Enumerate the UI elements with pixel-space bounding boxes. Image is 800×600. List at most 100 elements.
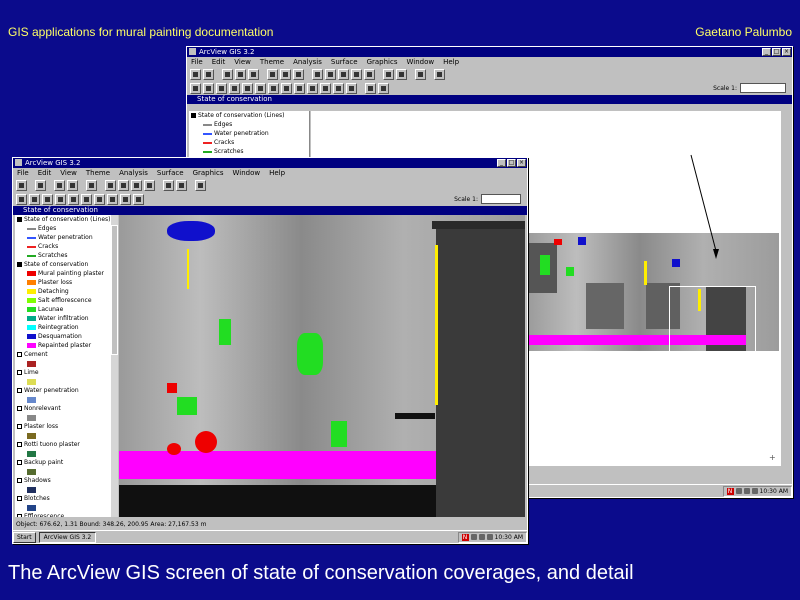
window-titlebar[interactable]: ArcView GIS 3.2 _ □ ×: [187, 47, 792, 57]
theme-checkbox[interactable]: [17, 460, 22, 465]
toc-theme[interactable]: State of conservation (Lines): [189, 111, 309, 120]
view-titlebar[interactable]: State of conservation: [13, 206, 527, 215]
toc-theme[interactable]: Water penetration: [15, 386, 111, 404]
menu-analysis[interactable]: Analysis: [293, 57, 322, 67]
vertex-edit-tool[interactable]: [42, 193, 53, 205]
menu-theme[interactable]: Theme: [86, 168, 110, 178]
measure-tool[interactable]: [281, 82, 292, 94]
menu-window[interactable]: Window: [233, 168, 261, 178]
select-features-tool[interactable]: [163, 179, 174, 191]
menu-view[interactable]: View: [234, 57, 251, 67]
general-snap-tool[interactable]: [378, 82, 389, 94]
text-tool[interactable]: [333, 82, 344, 94]
toc-theme[interactable]: Backup paint: [15, 458, 111, 476]
pan-tool[interactable]: [94, 193, 105, 205]
menu-file[interactable]: File: [17, 168, 29, 178]
theme-checkbox[interactable]: [191, 113, 196, 118]
theme-checkbox[interactable]: [17, 496, 22, 501]
toc-theme[interactable]: State of conservation: [15, 260, 111, 269]
view-titlebar[interactable]: State of conservation: [187, 95, 792, 104]
hotlink-tool[interactable]: [294, 82, 305, 94]
zoom-active-tool[interactable]: [325, 68, 336, 80]
toc-theme[interactable]: Plaster loss: [15, 422, 111, 440]
close-button[interactable]: ×: [517, 159, 526, 167]
label-tool[interactable]: [320, 82, 331, 94]
identify-tool[interactable]: [190, 82, 201, 94]
menu-file[interactable]: File: [191, 57, 203, 67]
open-table-tool[interactable]: [248, 68, 259, 80]
toc-scrollbar[interactable]: [111, 215, 118, 517]
save-project-tool[interactable]: [16, 179, 27, 191]
add-theme-tool[interactable]: [203, 68, 214, 80]
select-tool[interactable]: [229, 82, 240, 94]
menu-surface[interactable]: Surface: [331, 57, 358, 67]
theme-properties-tool[interactable]: [222, 68, 233, 80]
close-button[interactable]: ×: [782, 48, 791, 56]
zoom-in-tool[interactable]: [351, 68, 362, 80]
start-button[interactable]: Start: [13, 531, 36, 543]
snap-tool[interactable]: [365, 82, 376, 94]
window-titlebar[interactable]: ArcView GIS 3.2 _ □ ×: [13, 158, 527, 168]
zoom-in-map-tool[interactable]: [68, 193, 79, 205]
mural-detail-map[interactable]: [119, 215, 525, 517]
menu-surface[interactable]: Surface: [157, 168, 184, 178]
scroll-thumb[interactable]: [111, 225, 118, 355]
taskbar-item-arcview[interactable]: ArcView GIS 3.2: [38, 531, 97, 543]
print-tool[interactable]: [415, 68, 426, 80]
theme-checkbox[interactable]: [17, 424, 22, 429]
theme-checkbox[interactable]: [17, 388, 22, 393]
identify-tool[interactable]: [16, 193, 27, 205]
maximize-button[interactable]: □: [507, 159, 516, 167]
table-of-contents[interactable]: State of conservation (Lines) Edges Wate…: [15, 215, 112, 517]
theme-checkbox[interactable]: [17, 370, 22, 375]
zoom-selected-tool[interactable]: [338, 68, 349, 80]
scale-input[interactable]: [481, 194, 521, 204]
theme-checkbox[interactable]: [17, 514, 22, 517]
resize-grip[interactable]: +: [769, 454, 777, 462]
locate-tool[interactable]: [280, 68, 291, 80]
minimize-button[interactable]: _: [762, 48, 771, 56]
toc-theme[interactable]: Efflorescence: [15, 512, 111, 517]
menu-help[interactable]: Help: [443, 57, 459, 67]
select-features-tool[interactable]: [383, 68, 394, 80]
scale-input[interactable]: [740, 83, 786, 93]
menu-view[interactable]: View: [60, 168, 77, 178]
theme-checkbox[interactable]: [17, 442, 22, 447]
minimize-button[interactable]: _: [497, 159, 506, 167]
zoom-in-tool[interactable]: [144, 179, 155, 191]
menu-theme[interactable]: Theme: [260, 57, 284, 67]
open-table-tool[interactable]: [86, 179, 97, 191]
menu-help[interactable]: Help: [269, 168, 285, 178]
add-theme-tool[interactable]: [35, 179, 46, 191]
toc-theme[interactable]: Rotti tuono plaster: [15, 440, 111, 458]
toc-theme[interactable]: Cement: [15, 350, 111, 368]
select-tool[interactable]: [55, 193, 66, 205]
label-tool[interactable]: [120, 193, 131, 205]
edit-legend-tool[interactable]: [235, 68, 246, 80]
maximize-button[interactable]: □: [772, 48, 781, 56]
area-of-interest-tool[interactable]: [307, 82, 318, 94]
zoom-selected-tool[interactable]: [131, 179, 142, 191]
arcview-window-front[interactable]: ArcView GIS 3.2 _ □ × File Edit View The…: [12, 157, 528, 544]
table-of-contents[interactable]: State of conservation (Lines) Edges Wate…: [189, 111, 310, 157]
pointer-tool[interactable]: [203, 82, 214, 94]
menu-analysis[interactable]: Analysis: [119, 168, 148, 178]
menu-graphics[interactable]: Graphics: [193, 168, 224, 178]
edit-legend-tool[interactable]: [67, 179, 78, 191]
zoom-in-map-tool[interactable]: [242, 82, 253, 94]
vertex-edit-tool[interactable]: [216, 82, 227, 94]
theme-properties-tool[interactable]: [54, 179, 65, 191]
theme-checkbox[interactable]: [17, 262, 22, 267]
theme-checkbox[interactable]: [17, 478, 22, 483]
help-tool[interactable]: [195, 179, 206, 191]
zoom-out-map-tool[interactable]: [81, 193, 92, 205]
menu-graphics[interactable]: Graphics: [367, 57, 398, 67]
text-tool[interactable]: [133, 193, 144, 205]
theme-checkbox[interactable]: [17, 406, 22, 411]
measure-tool[interactable]: [107, 193, 118, 205]
zoom-full-tool[interactable]: [105, 179, 116, 191]
draw-tool[interactable]: [346, 82, 357, 94]
theme-checkbox[interactable]: [17, 217, 22, 222]
toc-theme[interactable]: State of conservation (Lines): [15, 215, 111, 224]
menu-edit[interactable]: Edit: [212, 57, 226, 67]
